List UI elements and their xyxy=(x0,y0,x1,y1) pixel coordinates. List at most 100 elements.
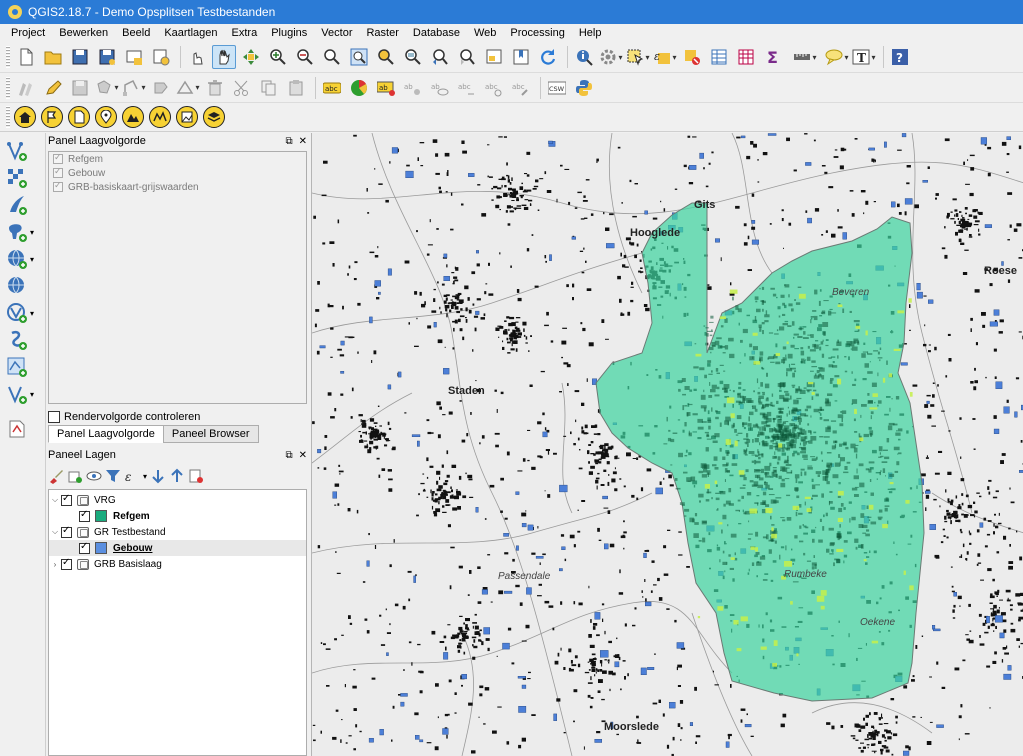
layer-checkbox[interactable] xyxy=(79,541,90,554)
touch-zoom-button[interactable] xyxy=(185,45,209,69)
style-brush-icon[interactable] xyxy=(48,468,64,484)
refresh-button[interactable] xyxy=(536,45,560,69)
new-project-button[interactable] xyxy=(14,45,38,69)
map-tips-button[interactable] xyxy=(825,45,849,69)
tab-layer-order[interactable]: Panel Laagvolgorde xyxy=(48,425,164,443)
menu-web[interactable]: Web xyxy=(467,24,503,42)
list-item[interactable]: GRB-basiskaart-grijswaarden xyxy=(49,180,306,194)
georeferencer-button[interactable] xyxy=(6,417,38,441)
deselect-all-button[interactable] xyxy=(680,45,704,69)
menu-project[interactable]: Project xyxy=(4,24,52,42)
current-edits-button[interactable] xyxy=(14,76,38,100)
select-features-button[interactable] xyxy=(626,45,650,69)
chevron-down-icon[interactable]: ⌵ xyxy=(49,527,61,537)
map-canvas[interactable]: Hooglede Staden Beveren Passendale Rumbe… xyxy=(311,133,1023,756)
add-virtual-layer-button[interactable] xyxy=(6,328,38,352)
copy-features-button[interactable] xyxy=(257,76,281,100)
zoom-last-button[interactable] xyxy=(428,45,452,69)
menu-help[interactable]: Help xyxy=(572,24,609,42)
zoom-in-button[interactable] xyxy=(266,45,290,69)
diagram-button[interactable] xyxy=(347,76,371,100)
menu-database[interactable]: Database xyxy=(406,24,467,42)
save-edits-button[interactable] xyxy=(68,76,92,100)
checkbox[interactable] xyxy=(53,180,63,192)
zoom-to-selection-button[interactable] xyxy=(374,45,398,69)
zoom-to-layer-button[interactable] xyxy=(401,45,425,69)
add-wcs-layer-button[interactable] xyxy=(6,274,38,298)
terrain-button[interactable] xyxy=(122,106,144,128)
bookmark-button[interactable] xyxy=(509,45,533,69)
layer-row[interactable]: Refgem xyxy=(49,508,306,524)
select-by-expression-button[interactable]: ε xyxy=(653,45,677,69)
csw-button[interactable]: CSW xyxy=(545,76,569,100)
collapse-all-icon[interactable] xyxy=(169,468,185,484)
menu-plugins[interactable]: Plugins xyxy=(264,24,314,42)
vertex-tool-button[interactable] xyxy=(176,76,200,100)
toolbar-handle[interactable] xyxy=(6,106,10,128)
add-vector-layer-button[interactable] xyxy=(6,139,38,163)
layer-checkbox[interactable] xyxy=(79,509,90,522)
layer-labeling-button[interactable]: abc xyxy=(320,76,344,100)
layer-group-row[interactable]: ⌵ VRG xyxy=(49,492,306,508)
close-icon[interactable]: ✕ xyxy=(299,450,307,461)
show-hide-labels-button[interactable]: ab xyxy=(428,76,452,100)
help-button[interactable]: ? xyxy=(888,45,912,69)
toolbar-handle[interactable] xyxy=(6,46,10,68)
home-button[interactable] xyxy=(14,106,36,128)
new-spatialite-button[interactable]: ▾ xyxy=(6,382,38,406)
new-map-view-button[interactable] xyxy=(482,45,506,69)
zoom-out-button[interactable] xyxy=(293,45,317,69)
close-icon[interactable]: ✕ xyxy=(299,136,307,147)
add-wfs-layer-button[interactable]: ▾ xyxy=(6,301,38,325)
document-button[interactable] xyxy=(68,106,90,128)
menu-kaartlagen[interactable]: Kaartlagen xyxy=(157,24,224,42)
new-shapefile-button[interactable] xyxy=(6,355,38,379)
menu-vector[interactable]: Vector xyxy=(314,24,359,42)
measure-button[interactable] xyxy=(788,45,822,69)
change-label-button[interactable]: abc xyxy=(509,76,533,100)
chevron-right-icon[interactable]: › xyxy=(49,560,61,569)
list-item[interactable]: Gebouw xyxy=(49,166,306,180)
rotate-label-button[interactable]: abc xyxy=(482,76,506,100)
attribute-table-button[interactable] xyxy=(707,45,731,69)
float-panel-icon[interactable]: ⧉ xyxy=(285,136,292,147)
checkbox[interactable] xyxy=(53,152,63,164)
zoom-next-button[interactable] xyxy=(455,45,479,69)
menu-bewerken[interactable]: Bewerken xyxy=(52,24,115,42)
add-feature-button[interactable] xyxy=(95,76,119,100)
cut-features-button[interactable] xyxy=(230,76,254,100)
add-group-icon[interactable] xyxy=(67,468,83,484)
new-print-composer-button[interactable] xyxy=(122,45,146,69)
run-action-button[interactable] xyxy=(599,45,623,69)
layers-button[interactable] xyxy=(203,106,225,128)
move-feature-button[interactable] xyxy=(149,76,173,100)
chevron-down-icon[interactable]: ▾ xyxy=(143,472,147,481)
filter-icon[interactable] xyxy=(105,468,121,484)
highlight-label-button[interactable]: ab xyxy=(374,76,398,100)
pan-to-selection-button[interactable] xyxy=(239,45,263,69)
pin-labels-button[interactable]: ab xyxy=(401,76,425,100)
toggle-editing-button[interactable] xyxy=(41,76,65,100)
filter-expression-icon[interactable]: ε xyxy=(124,468,140,484)
field-calculator-button[interactable] xyxy=(734,45,758,69)
statistics-button[interactable]: Σ xyxy=(761,45,785,69)
menu-extra[interactable]: Extra xyxy=(225,24,265,42)
tab-browser[interactable]: Paneel Browser xyxy=(162,425,259,443)
zoom-full-button[interactable] xyxy=(347,45,371,69)
flag-button[interactable] xyxy=(41,106,63,128)
eye-icon[interactable] xyxy=(86,468,102,484)
layer-group-row[interactable]: ⌵ GR Testbestand xyxy=(49,524,306,540)
zoom-native-button[interactable] xyxy=(320,45,344,69)
layer-checkbox[interactable] xyxy=(61,525,72,538)
pan-map-button[interactable] xyxy=(212,45,236,69)
render-order-checkbox[interactable] xyxy=(48,411,60,423)
checkbox[interactable] xyxy=(53,166,63,178)
save-as-button[interactable] xyxy=(95,45,119,69)
save-project-button[interactable] xyxy=(68,45,92,69)
text-annotation-button[interactable]: T xyxy=(852,45,876,69)
menu-raster[interactable]: Raster xyxy=(359,24,405,42)
profile-button[interactable] xyxy=(149,106,171,128)
node-tool-button[interactable] xyxy=(122,76,146,100)
render-order-control[interactable]: Rendervolgorde controleren xyxy=(48,411,200,423)
composer-manager-button[interactable] xyxy=(149,45,173,69)
